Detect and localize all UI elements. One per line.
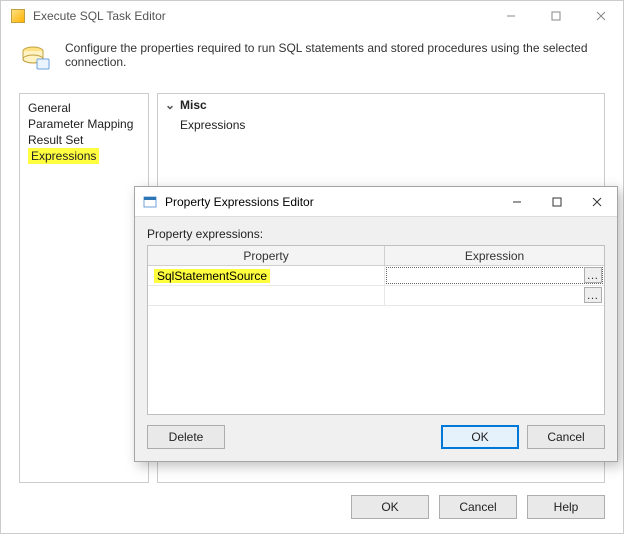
grid-data-row[interactable]: SqlStatementSource … <box>148 266 604 286</box>
grid-row-label: Expressions <box>180 118 320 132</box>
dialog-button-row: Delete OK Cancel <box>135 415 617 461</box>
main-button-row: OK Cancel Help <box>1 483 623 533</box>
cell-property-empty[interactable] <box>148 286 385 305</box>
cell-expression-empty[interactable]: … <box>385 286 604 305</box>
minimize-icon <box>506 11 516 21</box>
maximize-button[interactable] <box>533 1 578 31</box>
category-label: Misc <box>180 98 207 112</box>
dialog-minimize-button[interactable] <box>497 188 537 216</box>
grid-empty-row[interactable]: … <box>148 286 604 306</box>
dialog-title: Property Expressions Editor <box>165 195 314 209</box>
delete-button[interactable]: Delete <box>147 425 225 449</box>
column-header-property[interactable]: Property <box>148 246 385 265</box>
cell-expression[interactable]: … <box>385 266 604 285</box>
column-header-expression[interactable]: Expression <box>385 246 604 265</box>
property-expressions-label: Property expressions: <box>147 227 605 241</box>
app-icon <box>11 9 25 23</box>
expression-builder-button[interactable]: … <box>584 287 602 303</box>
maximize-icon <box>551 11 561 21</box>
sidebar-item-expressions[interactable]: Expressions <box>28 148 99 164</box>
cancel-button[interactable]: Cancel <box>439 495 517 519</box>
category-list: General Parameter Mapping Result Set Exp… <box>19 93 149 483</box>
cell-property-value: SqlStatementSource <box>154 269 270 283</box>
help-button[interactable]: Help <box>527 495 605 519</box>
expression-builder-button[interactable]: … <box>584 267 602 283</box>
minimize-button[interactable] <box>488 1 533 31</box>
dialog-cancel-button[interactable]: Cancel <box>527 425 605 449</box>
property-expressions-grid: Property Expression SqlStatementSource … <box>147 245 605 415</box>
sidebar-item-result-set[interactable]: Result Set <box>28 132 140 148</box>
close-icon <box>592 197 602 207</box>
chevron-down-icon: ⌄ <box>164 98 176 112</box>
minimize-icon <box>512 197 522 207</box>
window-controls <box>488 1 623 31</box>
grid-category-header[interactable]: ⌄ Misc <box>158 94 604 116</box>
grid-row-expressions[interactable]: Expressions <box>158 116 604 134</box>
sidebar-item-parameter-mapping[interactable]: Parameter Mapping <box>28 116 140 132</box>
dialog-body: Property expressions: Property Expressio… <box>135 217 617 415</box>
dialog-maximize-button[interactable] <box>537 188 577 216</box>
dialog-icon <box>143 195 157 209</box>
dialog-window-controls <box>497 188 617 216</box>
close-button[interactable] <box>578 1 623 31</box>
close-icon <box>596 11 606 21</box>
dialog-ok-button[interactable]: OK <box>441 425 519 449</box>
ellipsis-icon: … <box>587 268 600 282</box>
ok-button[interactable]: OK <box>351 495 429 519</box>
dialog-titlebar: Property Expressions Editor <box>135 187 617 217</box>
grid-header-row: Property Expression <box>148 246 604 266</box>
ellipsis-icon: … <box>587 288 600 302</box>
window-description: Configure the properties required to run… <box>65 41 605 69</box>
titlebar: Execute SQL Task Editor <box>1 1 623 31</box>
sidebar-item-general[interactable]: General <box>28 100 140 116</box>
maximize-icon <box>552 197 562 207</box>
execute-sql-task-editor-window: Execute SQL Task Editor Configure the pr… <box>0 0 624 534</box>
description-row: Configure the properties required to run… <box>1 31 623 93</box>
task-icon <box>19 41 51 73</box>
property-expressions-editor-dialog: Property Expressions Editor Property exp… <box>134 186 618 462</box>
cell-property[interactable]: SqlStatementSource <box>148 266 385 285</box>
dialog-close-button[interactable] <box>577 188 617 216</box>
window-title: Execute SQL Task Editor <box>33 9 166 23</box>
